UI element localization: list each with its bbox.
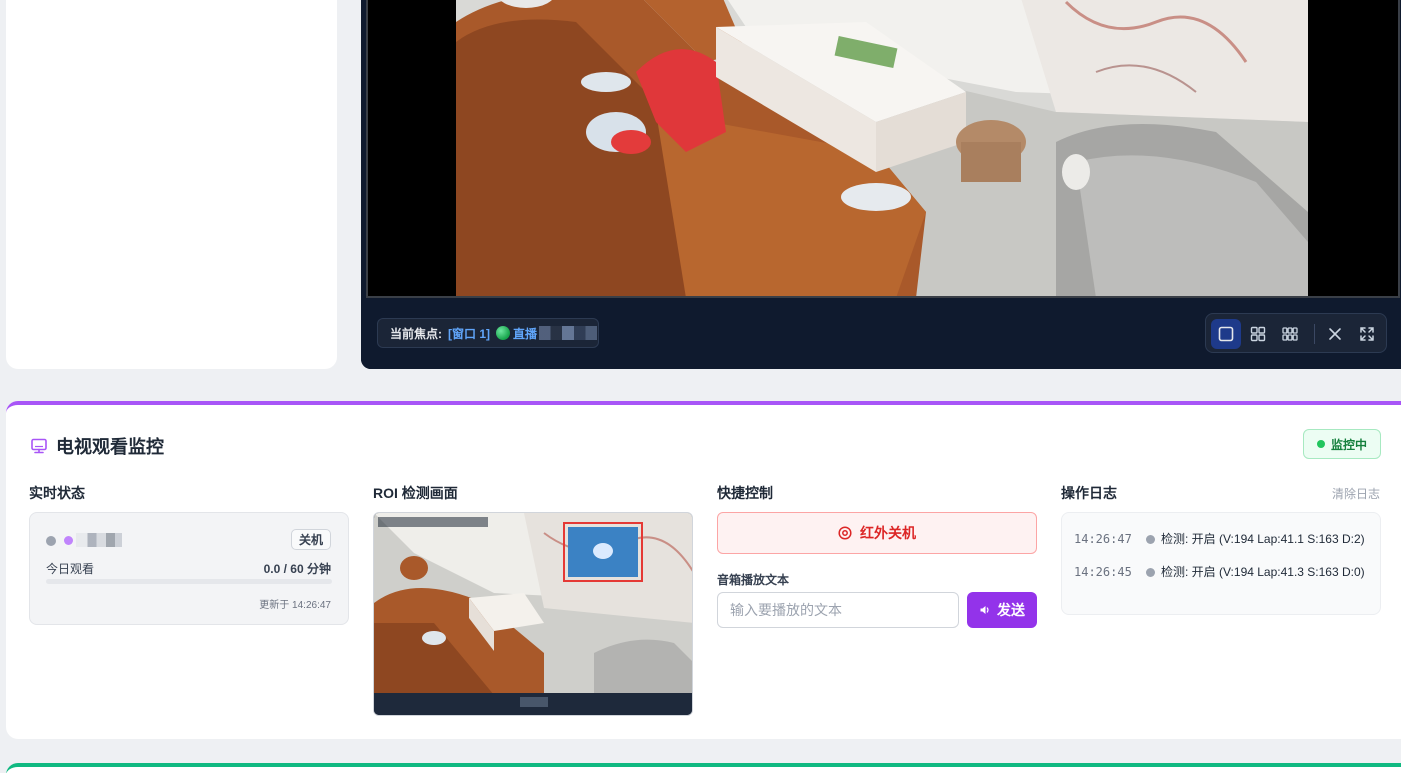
monitor-icon [31,438,47,454]
section-title: 电视观看监控 [56,437,164,457]
page: 当前焦点: [窗口 1] 直播 电视观看监控 监控中 实时状态 关机 今日观看 … [0,0,1401,773]
today-watch-value: 0.0 / 60 分钟 [263,562,331,576]
single-view-icon [1218,326,1234,342]
fullscreen-icon [1360,327,1374,341]
log-time: 14:26:47 [1074,532,1132,546]
log-status-dot-icon [1146,568,1155,577]
camera-viewer: 当前焦点: [窗口 1] 直播 [361,0,1401,369]
device-color-dot-icon [64,536,73,545]
redacted-device-name [76,533,122,547]
quick-control-heading: 快捷控制 [717,485,773,501]
grid-2x2-icon [1250,326,1266,342]
focus-label: 当前焦点: [390,326,442,341]
power-state-badge: 关机 [291,529,331,550]
speaker-text-label: 音箱播放文本 [717,573,790,587]
clear-log-button[interactable]: 清除日志 [1332,485,1380,502]
roi-heading: ROI 检测画面 [373,485,458,501]
monitoring-status-badge: 监控中 [1303,429,1381,459]
log-status-dot-icon [1146,535,1155,544]
log-text: 检测: 开启 (V:194 Lap:41.3 S:163 D:0) [1161,565,1365,579]
today-watch-label: 今日观看 [46,562,95,576]
grid-3x3-icon [1282,327,1298,341]
realtime-heading: 实时状态 [29,485,85,501]
next-section [6,763,1401,773]
layout-controls [1205,313,1387,353]
realtime-status-card: 关机 今日观看 0.0 / 60 分钟 更新于 14:26:47 [29,512,349,625]
section-header: 电视观看监控 [30,433,164,459]
close-icon [1329,328,1341,340]
redacted-roi-label [520,697,548,707]
tv-monitor-section: 电视观看监控 监控中 实时状态 关机 今日观看 0.0 / 60 分钟 更新于 … [6,401,1401,739]
watch-progress-bar [46,579,332,584]
grid-3x3-button[interactable] [1275,319,1305,349]
operation-log: 14:26:47 检测: 开启 (V:194 Lap:41.1 S:163 D:… [1061,512,1381,615]
redacted-camera-name [539,326,598,340]
fullscreen-button[interactable] [1352,319,1382,349]
close-view-button[interactable] [1320,319,1350,349]
focus-window: [窗口 1] [448,326,491,341]
ir-power-off-button[interactable]: 红外关机 [717,512,1037,554]
speaker-text-input[interactable] [717,592,959,628]
send-label: 发送 [997,602,1025,618]
current-focus-indicator: 当前焦点: [窗口 1] 直播 [377,318,599,348]
send-button[interactable]: 发送 [967,592,1037,628]
single-view-button[interactable] [1211,319,1241,349]
ir-power-off-label: 红外关机 [860,525,916,541]
grid-2x2-button[interactable] [1243,319,1273,349]
roi-caption-bar [374,693,692,715]
status-text: 监控中 [1330,437,1367,452]
log-time: 14:26:45 [1074,565,1132,579]
roi-camera-image [374,513,692,695]
target-icon [838,526,852,540]
live-status-icon [496,326,511,340]
viewer-toolbar: 当前焦点: [窗口 1] 直播 [361,298,1401,369]
log-text: 检测: 开启 (V:194 Lap:41.1 S:163 D:2) [1161,532,1365,546]
side-card [6,0,337,369]
log-entry: 14:26:47 检测: 开启 (V:194 Lap:41.1 S:163 D:… [1074,531,1373,547]
status-dot-icon [1316,440,1325,448]
speaker-icon [980,606,989,614]
video-window-1[interactable] [366,0,1400,298]
log-heading: 操作日志 [1061,485,1117,501]
toolbar-divider [1314,324,1315,344]
updated-timestamp: 更新于 14:26:47 [259,600,331,611]
roi-detection-image[interactable] [373,512,693,716]
focus-live-label: 直播 [513,326,538,341]
log-entry: 14:26:45 检测: 开启 (V:194 Lap:41.3 S:163 D:… [1074,564,1373,580]
device-status-dot-icon [46,536,56,546]
live-camera-image [456,0,1308,296]
